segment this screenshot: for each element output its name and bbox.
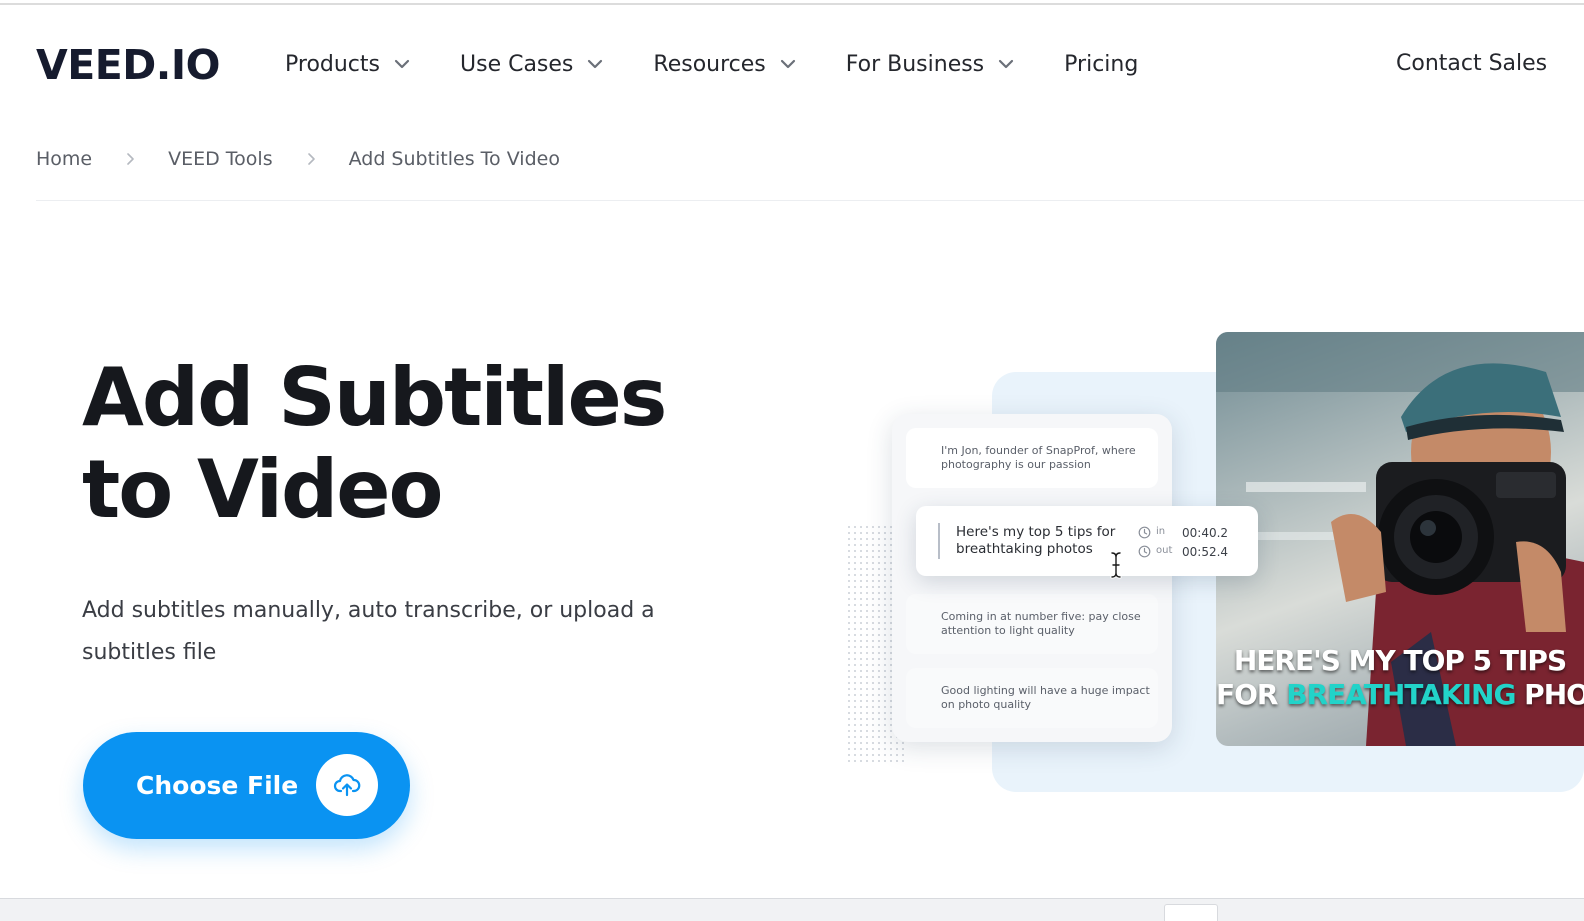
chevron-down-icon [999,59,1014,69]
subtitle-card[interactable]: Good lighting will have a huge impact on… [906,668,1158,728]
nav-pricing-label: Pricing [1064,51,1139,77]
nav-use-cases[interactable]: Use Cases [460,46,605,82]
breadcrumb-veed-tools[interactable]: VEED Tools [168,148,272,170]
in-time[interactable]: 00:40.2 [1182,526,1228,540]
nav-pricing[interactable]: Pricing [1064,46,1138,82]
nav-for-business-label: For Business [845,51,985,77]
upload-icon-circle [316,754,378,816]
choose-file-button[interactable]: Choose File [83,732,410,839]
contact-sales-link[interactable]: Contact Sales [1396,46,1547,82]
active-indicator [938,523,940,559]
nav-use-cases-label: Use Cases [460,51,574,77]
out-label: out [1156,545,1173,556]
breadcrumb-home[interactable]: Home [36,148,92,170]
subtitle-card[interactable]: I'm Jon, founder of SnapProf, where phot… [906,428,1158,488]
breadcrumb-divider [36,200,1584,201]
chevron-down-icon [394,59,410,69]
active-subtitle-card[interactable]: Here's my top 5 tips for breathtaking ph… [916,506,1258,576]
logo[interactable]: VEED.IO [36,38,220,92]
hero-subtitle: Add subtitles manually, auto transcribe,… [82,598,655,665]
subtitle-text: Coming in at number five: pay close atte… [941,610,1141,637]
upload-cloud-icon [333,774,361,797]
subtitle-text: Good lighting will have a huge impact on… [941,684,1150,711]
clock-icon [1138,545,1151,558]
page-title: Add Subtitles to Video [82,352,722,536]
bottom-tab[interactable] [1164,904,1218,921]
main-nav: Products Use Cases Resources For Busines… [285,46,1138,82]
video-caption: HERE'S MY TOP 5 TIPS FOR BREATHTAKING PH… [1216,644,1584,712]
nav-resources[interactable]: Resources [653,46,797,82]
browser-bottom-bar [0,898,1584,921]
subtitle-card[interactable]: Coming in at number five: pay close atte… [906,594,1158,654]
breadcrumb: Home VEED Tools Add Subtitles To Video [36,148,560,170]
video-caption-line-1: HERE'S MY TOP 5 TIPS [1233,644,1567,677]
nav-for-business[interactable]: For Business [846,46,1016,82]
video-caption-accent: BREATHTAKING [1286,678,1516,711]
chevron-down-icon [780,59,795,69]
choose-file-label: Choose File [136,771,299,800]
breadcrumb-current: Add Subtitles To Video [348,148,560,170]
in-label: in [1156,526,1166,537]
page-title-line-2: to Video [82,443,443,536]
subtitle-text: I'm Jon, founder of SnapProf, where phot… [941,444,1136,471]
clock-icon [1138,526,1151,539]
video-caption-pre: FOR [1216,678,1287,711]
chevron-right-icon [127,153,134,165]
page-title-line-1: Add Subtitles [82,351,667,444]
chevron-right-icon [307,153,315,165]
nav-resources-label: Resources [653,51,766,77]
video-preview: HERE'S MY TOP 5 TIPS FOR BREATHTAKING PH… [1216,332,1584,746]
nav-products-label: Products [285,51,380,77]
nav-products[interactable]: Products [285,46,412,82]
chevron-down-icon [588,59,603,69]
text-cursor-icon [1110,551,1122,579]
video-caption-post: PHOTOS [1524,678,1584,711]
video-caption-line-2: FOR BREATHTAKING PHOTOS [1216,678,1584,712]
out-time[interactable]: 00:52.4 [1182,545,1228,559]
site-header: VEED.IO Products Use Cases Resources For… [0,0,1584,130]
